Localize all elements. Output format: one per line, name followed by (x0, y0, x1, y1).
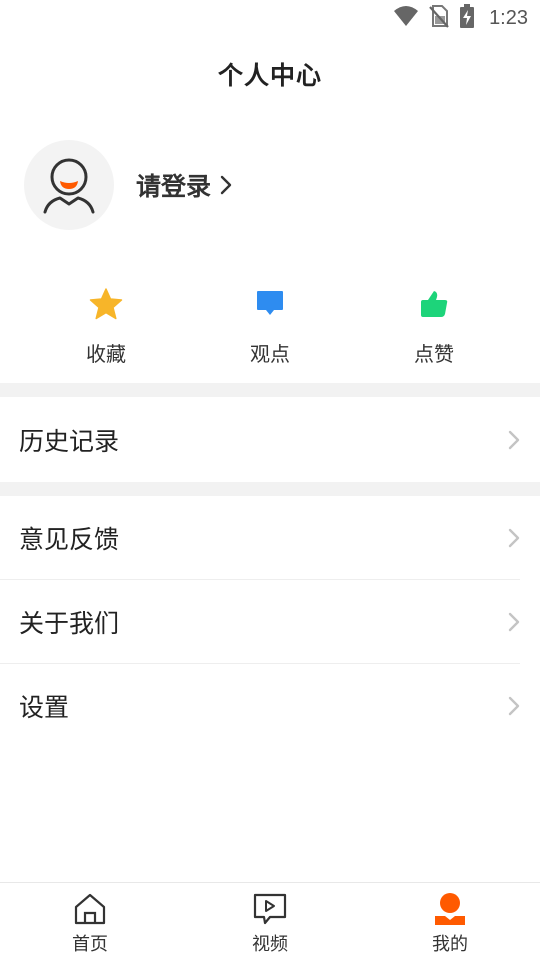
video-icon (252, 891, 288, 927)
section-divider (0, 482, 540, 496)
home-icon (72, 891, 108, 927)
opinions-button[interactable]: 观点 (188, 284, 352, 374)
comment-icon (250, 284, 290, 324)
profile-icon (432, 891, 468, 927)
favorites-label: 收藏 (86, 342, 126, 366)
default-avatar-icon (43, 158, 95, 214)
menu-item-about[interactable]: 关于我们 (0, 580, 540, 664)
section-divider (0, 383, 540, 397)
chevron-right-icon (508, 612, 520, 632)
header: 个人中心 (0, 44, 540, 104)
likes-label: 点赞 (414, 342, 454, 366)
quick-actions: 收藏 观点 点赞 (24, 284, 516, 374)
tab-mine-label: 我的 (432, 934, 468, 955)
no-sim-icon (429, 4, 449, 32)
tab-video[interactable]: 视频 (180, 883, 360, 960)
status-icons: 1:23 (393, 4, 528, 32)
bottom-tab-bar: 首页 视频 我的 (0, 882, 540, 960)
thumbs-up-icon (414, 284, 454, 324)
tab-home-label: 首页 (72, 934, 108, 955)
login-entry[interactable]: 请登录 (24, 140, 233, 230)
menu-item-history[interactable]: 历史记录 (0, 398, 540, 482)
chevron-right-icon (219, 174, 233, 196)
tab-mine[interactable]: 我的 (360, 883, 540, 960)
menu-item-settings[interactable]: 设置 (0, 664, 540, 748)
menu-item-label: 历史记录 (19, 427, 120, 456)
menu-item-label: 关于我们 (19, 609, 120, 638)
battery-charging-icon (459, 4, 475, 32)
tab-video-label: 视频 (252, 934, 288, 955)
status-bar: 1:23 (0, 0, 540, 36)
likes-button[interactable]: 点赞 (352, 284, 516, 374)
page-title: 个人中心 (217, 61, 322, 90)
opinions-label: 观点 (250, 342, 290, 366)
status-time: 1:23 (489, 6, 528, 29)
favorites-button[interactable]: 收藏 (24, 284, 188, 374)
menu-item-label: 设置 (19, 693, 70, 722)
chevron-right-icon (508, 528, 520, 548)
chevron-right-icon (508, 696, 520, 716)
menu-item-feedback[interactable]: 意见反馈 (0, 496, 540, 580)
star-icon (86, 284, 126, 324)
avatar[interactable] (24, 140, 114, 230)
login-label[interactable]: 请登录 (136, 167, 211, 203)
tab-home[interactable]: 首页 (0, 883, 180, 960)
menu-item-label: 意见反馈 (19, 525, 120, 554)
wifi-icon (393, 5, 419, 31)
chevron-right-icon (508, 430, 520, 450)
